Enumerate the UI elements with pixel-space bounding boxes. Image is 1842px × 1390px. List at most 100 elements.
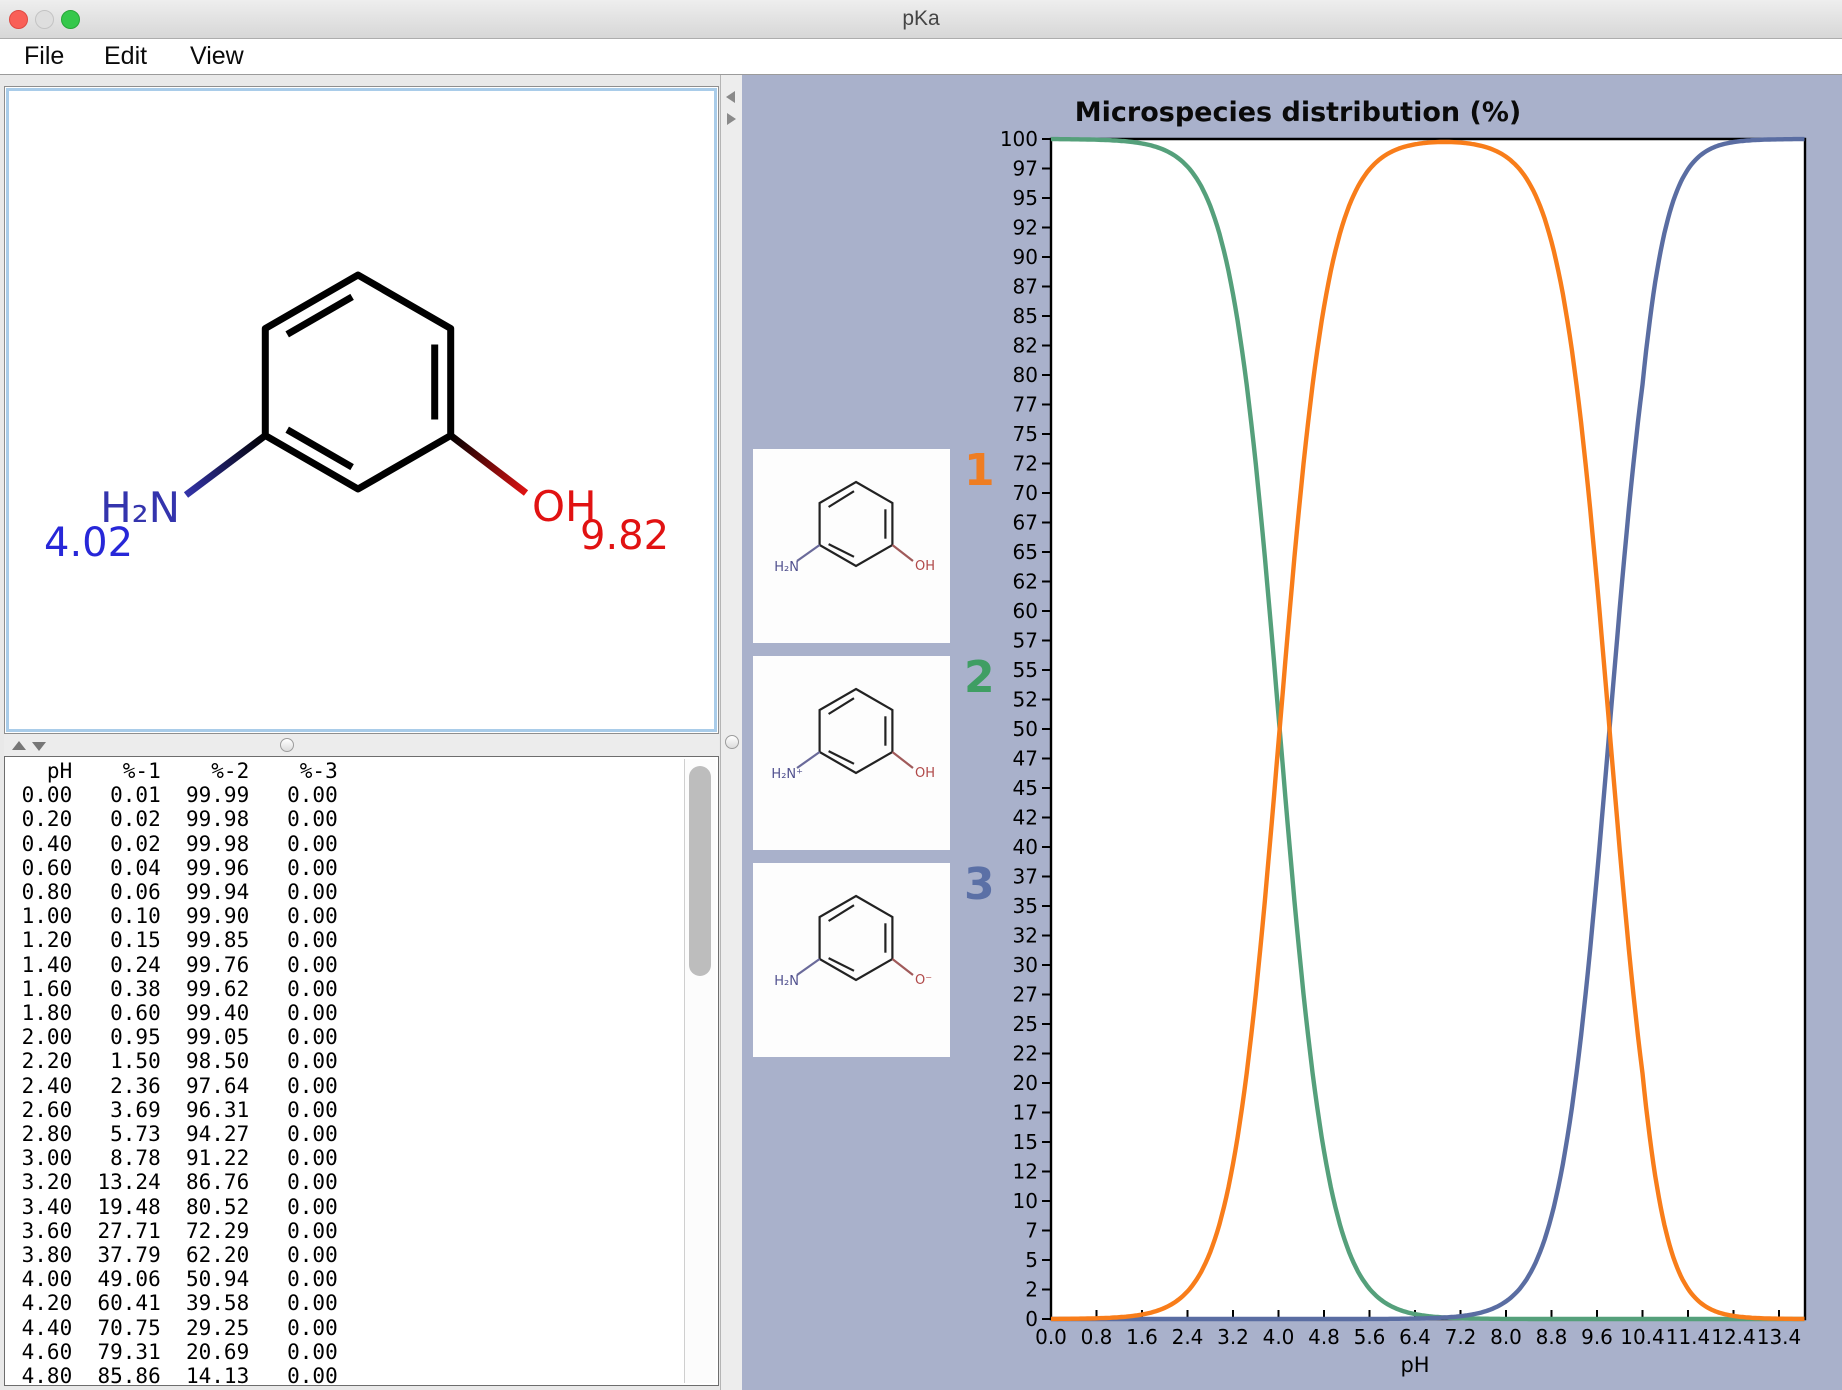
y-tick-label: 75	[1013, 422, 1038, 446]
y-tick-label: 65	[1013, 540, 1038, 564]
y-tick-label: 90	[1013, 245, 1038, 269]
table-scrollbar[interactable]	[684, 759, 716, 1383]
table-row: 3.20 13.24 86.76 0.00	[9, 1170, 338, 1194]
x-tick-label: 4.8	[1308, 1325, 1340, 1349]
y-tick-label: 57	[1013, 629, 1038, 653]
hydroxyl-bond	[451, 436, 526, 494]
y-tick-label: 70	[1013, 481, 1038, 505]
plot-area	[1051, 139, 1805, 1319]
table-row: 0.60 0.04 99.96 0.00	[9, 856, 338, 880]
table-header-row: pH %-1 %-2 %-3	[9, 759, 338, 783]
y-tick-label: 100	[1000, 127, 1038, 151]
microspecies-table-panel: pH %-1 %-2 %-3 0.00 0.01 99.99 0.00 0.20…	[4, 756, 719, 1386]
menubar: File Edit View	[0, 39, 1842, 75]
window-title: pKa	[0, 0, 1842, 38]
y-tick-label: 20	[1013, 1071, 1038, 1095]
distribution-chart: Microspecies distribution (%)10097959290…	[742, 75, 1842, 1390]
y-tick-label: 50	[1013, 717, 1038, 741]
amine-bond	[186, 436, 265, 496]
y-tick-label: 10	[1013, 1189, 1038, 1213]
x-tick-label: 9.6	[1581, 1325, 1613, 1349]
y-tick-label: 27	[1013, 983, 1038, 1007]
x-tick-label: 8.8	[1536, 1325, 1568, 1349]
x-tick-label: 6.4	[1399, 1325, 1431, 1349]
x-tick-label: 0.0	[1035, 1325, 1067, 1349]
table-row: 0.80 0.06 99.94 0.00	[9, 880, 338, 904]
table-row: 2.00 0.95 99.05 0.00	[9, 1025, 338, 1049]
y-tick-label: 32	[1013, 924, 1038, 948]
y-tick-label: 7	[1025, 1219, 1038, 1243]
y-tick-label: 72	[1013, 452, 1038, 476]
y-tick-label: 92	[1013, 216, 1038, 240]
table-row: 2.20 1.50 98.50 0.00	[9, 1049, 338, 1073]
table-row: 1.40 0.24 99.76 0.00	[9, 953, 338, 977]
y-tick-label: 30	[1013, 953, 1038, 977]
y-tick-label: 40	[1013, 835, 1038, 859]
table-row: 4.40 70.75 29.25 0.00	[9, 1316, 338, 1340]
x-tick-label: 3.2	[1217, 1325, 1249, 1349]
table-row: 2.80 5.73 94.27 0.00	[9, 1122, 338, 1146]
x-tick-label: 7.2	[1445, 1325, 1477, 1349]
splitter-handle-icon[interactable]	[280, 738, 294, 752]
table-row: 3.60 27.71 72.29 0.00	[9, 1219, 338, 1243]
y-tick-label: 35	[1013, 894, 1038, 918]
table-row: 1.00 0.10 99.90 0.00	[9, 904, 338, 928]
vertical-splitter[interactable]	[720, 75, 742, 1390]
table-row: 2.60 3.69 96.31 0.00	[9, 1098, 338, 1122]
x-tick-label: 12.4	[1711, 1325, 1756, 1349]
table-row: 3.80 37.79 62.20 0.00	[9, 1243, 338, 1267]
y-tick-label: 80	[1013, 363, 1038, 387]
x-tick-label: 1.6	[1126, 1325, 1158, 1349]
x-tick-label: 2.4	[1172, 1325, 1204, 1349]
chart-panel: H₂N OH 1 H₂N⁺ OH 2	[742, 75, 1842, 1390]
scrollbar-thumb[interactable]	[689, 766, 711, 976]
y-tick-label: 45	[1013, 776, 1038, 800]
titlebar: pKa	[0, 0, 1842, 39]
menu-edit[interactable]: Edit	[104, 39, 147, 74]
horizontal-splitter[interactable]	[4, 734, 719, 756]
table-row: 3.00 8.78 91.22 0.00	[9, 1146, 338, 1170]
table-row: 0.20 0.02 99.98 0.00	[9, 807, 338, 831]
y-tick-label: 60	[1013, 599, 1038, 623]
pka-amine-value: 4.02	[44, 520, 133, 566]
table-row: 4.60 79.31 20.69 0.00	[9, 1340, 338, 1364]
table-row: 4.20 60.41 39.58 0.00	[9, 1291, 338, 1315]
table-row: 4.80 85.86 14.13 0.00	[9, 1364, 338, 1386]
chart-title: Microspecies distribution (%)	[1075, 97, 1522, 128]
y-tick-label: 47	[1013, 747, 1038, 771]
x-tick-label: 13.4	[1757, 1325, 1802, 1349]
y-tick-label: 77	[1013, 393, 1038, 417]
x-tick-label: 11.4	[1666, 1325, 1711, 1349]
y-tick-label: 2	[1025, 1278, 1038, 1302]
table-row: 0.00 0.01 99.99 0.00	[9, 783, 338, 807]
table-row: 3.40 19.48 80.52 0.00	[9, 1195, 338, 1219]
y-tick-label: 62	[1013, 570, 1038, 594]
y-tick-label: 85	[1013, 304, 1038, 328]
splitter-handle-icon[interactable]	[725, 735, 739, 749]
menu-view[interactable]: View	[190, 39, 244, 74]
collapse-left-icon[interactable]	[726, 91, 735, 103]
table-row: 0.40 0.02 99.98 0.00	[9, 832, 338, 856]
pka-window: pKa File Edit View	[0, 0, 1842, 1390]
x-tick-label: 8.0	[1490, 1325, 1522, 1349]
y-tick-label: 87	[1013, 275, 1038, 299]
y-tick-label: 52	[1013, 688, 1038, 712]
x-tick-label: 0.8	[1081, 1325, 1113, 1349]
structure-canvas[interactable]: H₂N OH 4.02 9.82	[6, 88, 717, 732]
y-tick-label: 55	[1013, 658, 1038, 682]
x-axis-title: pH	[1400, 1353, 1429, 1377]
y-tick-label: 37	[1013, 865, 1038, 889]
y-tick-label: 97	[1013, 157, 1038, 181]
benzene-ring	[265, 275, 450, 489]
menu-file[interactable]: File	[24, 39, 64, 74]
y-tick-label: 5	[1025, 1248, 1038, 1272]
collapse-right-icon[interactable]	[727, 113, 736, 125]
collapse-up-icon[interactable]	[12, 741, 26, 750]
collapse-down-icon[interactable]	[32, 742, 46, 751]
y-tick-label: 15	[1013, 1130, 1038, 1154]
y-axis: 1009795929087858280777572706765626057555…	[1000, 127, 1051, 1331]
table-row: 1.80 0.60 99.40 0.00	[9, 1001, 338, 1025]
distribution-table: pH %-1 %-2 %-3 0.00 0.01 99.99 0.00 0.20…	[9, 759, 338, 1386]
x-tick-label: 10.4	[1620, 1325, 1665, 1349]
table-row: 4.00 49.06 50.94 0.00	[9, 1267, 338, 1291]
